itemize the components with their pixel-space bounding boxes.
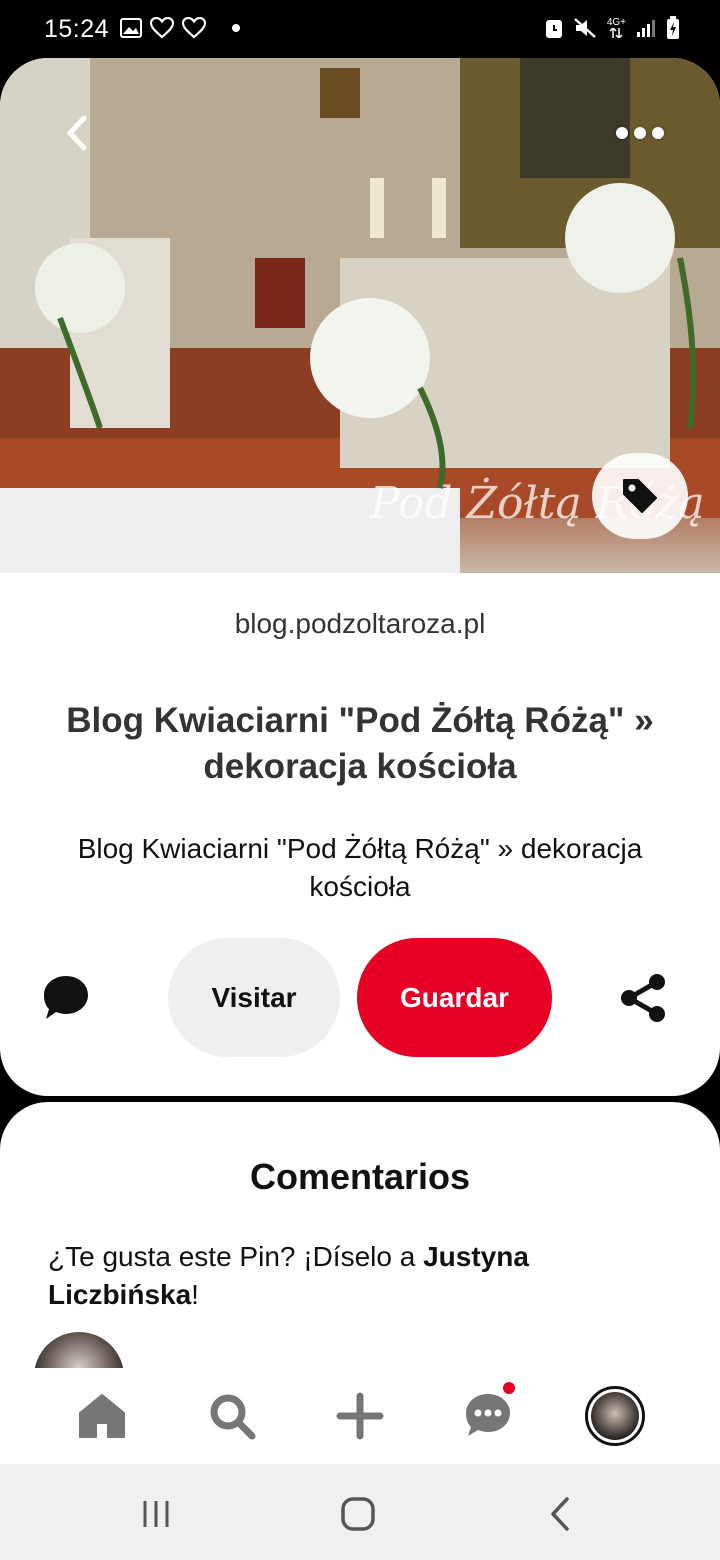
back-button[interactable] [52,108,102,158]
battery-charging-icon [667,16,679,39]
comments-title: Comentarios [249,1156,471,1197]
comments-prompt-prefix: ¿Te gusta este Pin? ¡Díselo a [48,1241,424,1272]
add-icon [336,1392,384,1440]
notification-dot [503,1382,515,1394]
comments-prompt: ¿Te gusta este Pin? ¡Díselo a Justyna Li… [48,1238,668,1314]
visit-button[interactable]: Visitar [168,938,340,1057]
back-icon [551,1497,569,1531]
share-icon [621,974,665,1022]
visual-search-button[interactable] [592,453,688,539]
share-button[interactable] [612,966,676,1030]
system-nav [0,1464,720,1560]
home-circle-icon [341,1497,375,1531]
image-icon [120,18,142,38]
heart-outline-icon [182,17,206,39]
status-bar: 15:24 4G+ [0,0,720,60]
status-right-icons: 4G+ [545,16,680,40]
save-button[interactable]: Guardar [357,938,552,1057]
more-dot-icon [616,127,628,139]
chevron-left-icon [67,115,87,151]
more-dot-icon [634,127,646,139]
more-dot-icon [652,127,664,139]
heart-outline-icon [150,17,174,39]
signal-icon [637,20,655,37]
pin-title: Blog Kwiaciarni "Pod Żółtą Różą" » dekor… [66,701,654,786]
recents-icon [143,1501,169,1527]
nav-profile-avatar[interactable] [585,1386,645,1446]
network-label: 4G+ [606,17,626,28]
speech-bubble-icon [44,976,88,1019]
bottom-nav [0,1368,720,1464]
comments-prompt-suffix: ! [191,1279,199,1310]
source-link[interactable]: blog.podzoltaroza.pl [0,608,720,640]
messages-icon [466,1394,510,1436]
status-time: 15:24 [44,15,110,43]
more-options-button[interactable] [610,113,670,153]
pin-description: Blog Kwiaciarni "Pod Żółtą Różą" » dekor… [77,833,643,902]
avatar [591,1392,639,1440]
pin-card: Pod Żółtą Różą blog.podzoltaroza.pl Blog… [0,58,720,1096]
tag-icon [623,479,657,513]
alarm-icon [545,20,562,38]
nav-home[interactable] [70,1384,134,1448]
comments-card: Comentarios ¿Te gusta este Pin? ¡Díselo … [0,1102,720,1368]
comment-avatar[interactable] [34,1332,124,1368]
search-icon [210,1394,256,1440]
mute-icon [573,18,596,38]
dot-icon [232,24,240,32]
status-left-icons [120,17,240,39]
data-arrows-icon [609,28,623,38]
comment-button[interactable] [36,968,96,1028]
pin-image[interactable]: Pod Żółtą Różą [0,58,720,573]
recents-button[interactable] [126,1484,186,1544]
home-icon [79,1394,125,1438]
network-indicator: 4G+ [607,18,626,38]
nav-create[interactable] [328,1384,392,1448]
nav-search[interactable] [200,1384,264,1448]
system-back-button[interactable] [530,1484,590,1544]
system-home-button[interactable] [328,1484,388,1544]
